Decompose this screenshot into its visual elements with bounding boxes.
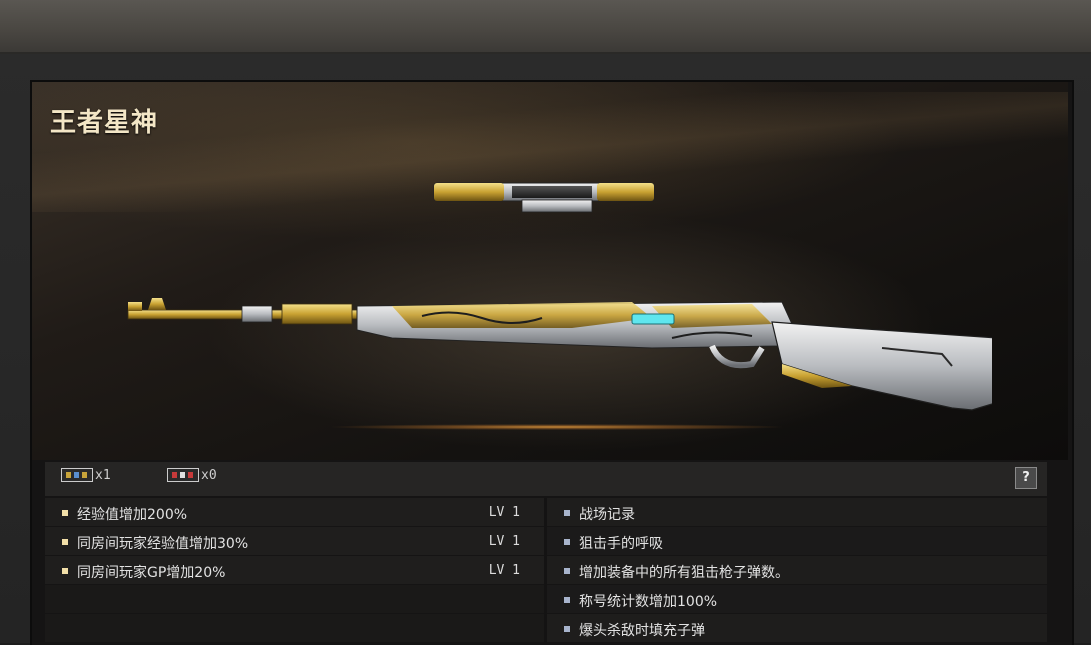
top-header-bar <box>0 0 1091 54</box>
bonus-row: 同房间玩家GP增加20% LV 1 <box>45 556 544 584</box>
bullet-icon <box>564 568 570 574</box>
feature-row: 战场记录 <box>547 498 1047 526</box>
feature-text: 战场记录 <box>579 507 635 523</box>
bonus-text: 同房间玩家经验值增加30% <box>77 536 249 552</box>
bullet-icon <box>564 510 570 516</box>
bullet-icon <box>564 597 570 603</box>
bullet-icon <box>62 568 68 574</box>
empty-row <box>45 614 544 642</box>
bullet-icon <box>62 510 68 516</box>
red-badge-count: x0 <box>201 468 217 483</box>
bonus-level: LV 1 <box>488 534 520 549</box>
bonus-level: LV 1 <box>488 505 520 520</box>
bonus-list: 经验值增加200% LV 1 同房间玩家经验值增加30% LV 1 同房间玩家G… <box>45 498 544 643</box>
bullet-icon <box>564 539 570 545</box>
badge-count-bar: x1 x0 ? <box>45 462 1047 496</box>
feature-text: 增加装备中的所有狙击枪子弹数。 <box>579 565 789 581</box>
feature-text: 称号统计数增加100% <box>579 594 718 610</box>
weapon-showcase: 王者星神 <box>32 82 1068 460</box>
feature-row: 称号统计数增加100% <box>547 585 1047 613</box>
empty-row <box>45 585 544 613</box>
bonus-level: LV 1 <box>488 563 520 578</box>
bullet-icon <box>62 539 68 545</box>
bonus-row: 经验值增加200% LV 1 <box>45 498 544 526</box>
gold-badge-icon <box>61 468 93 482</box>
weapon-title: 王者星神 <box>50 108 159 138</box>
gold-badge-count: x1 <box>95 468 111 483</box>
feature-list: 战场记录 狙击手的呼吸 增加装备中的所有狙击枪子弹数。 称号统计数增加100% … <box>547 498 1047 643</box>
pedestal-glow <box>332 424 782 430</box>
feature-text: 爆头杀敌时填充子弹 <box>579 623 705 639</box>
bonus-text: 同房间玩家GP增加20% <box>77 565 226 581</box>
bonus-text: 经验值增加200% <box>77 507 188 523</box>
help-button[interactable]: ? <box>1015 467 1037 489</box>
bonus-row: 同房间玩家经验值增加30% LV 1 <box>45 527 544 555</box>
red-badge-icon <box>167 468 199 482</box>
sniper-rifle-image <box>127 182 992 411</box>
bullet-icon <box>564 626 570 632</box>
feature-row: 爆头杀敌时填充子弹 <box>547 614 1047 642</box>
feature-row: 增加装备中的所有狙击枪子弹数。 <box>547 556 1047 584</box>
feature-row: 狙击手的呼吸 <box>547 527 1047 555</box>
feature-text: 狙击手的呼吸 <box>579 536 663 552</box>
